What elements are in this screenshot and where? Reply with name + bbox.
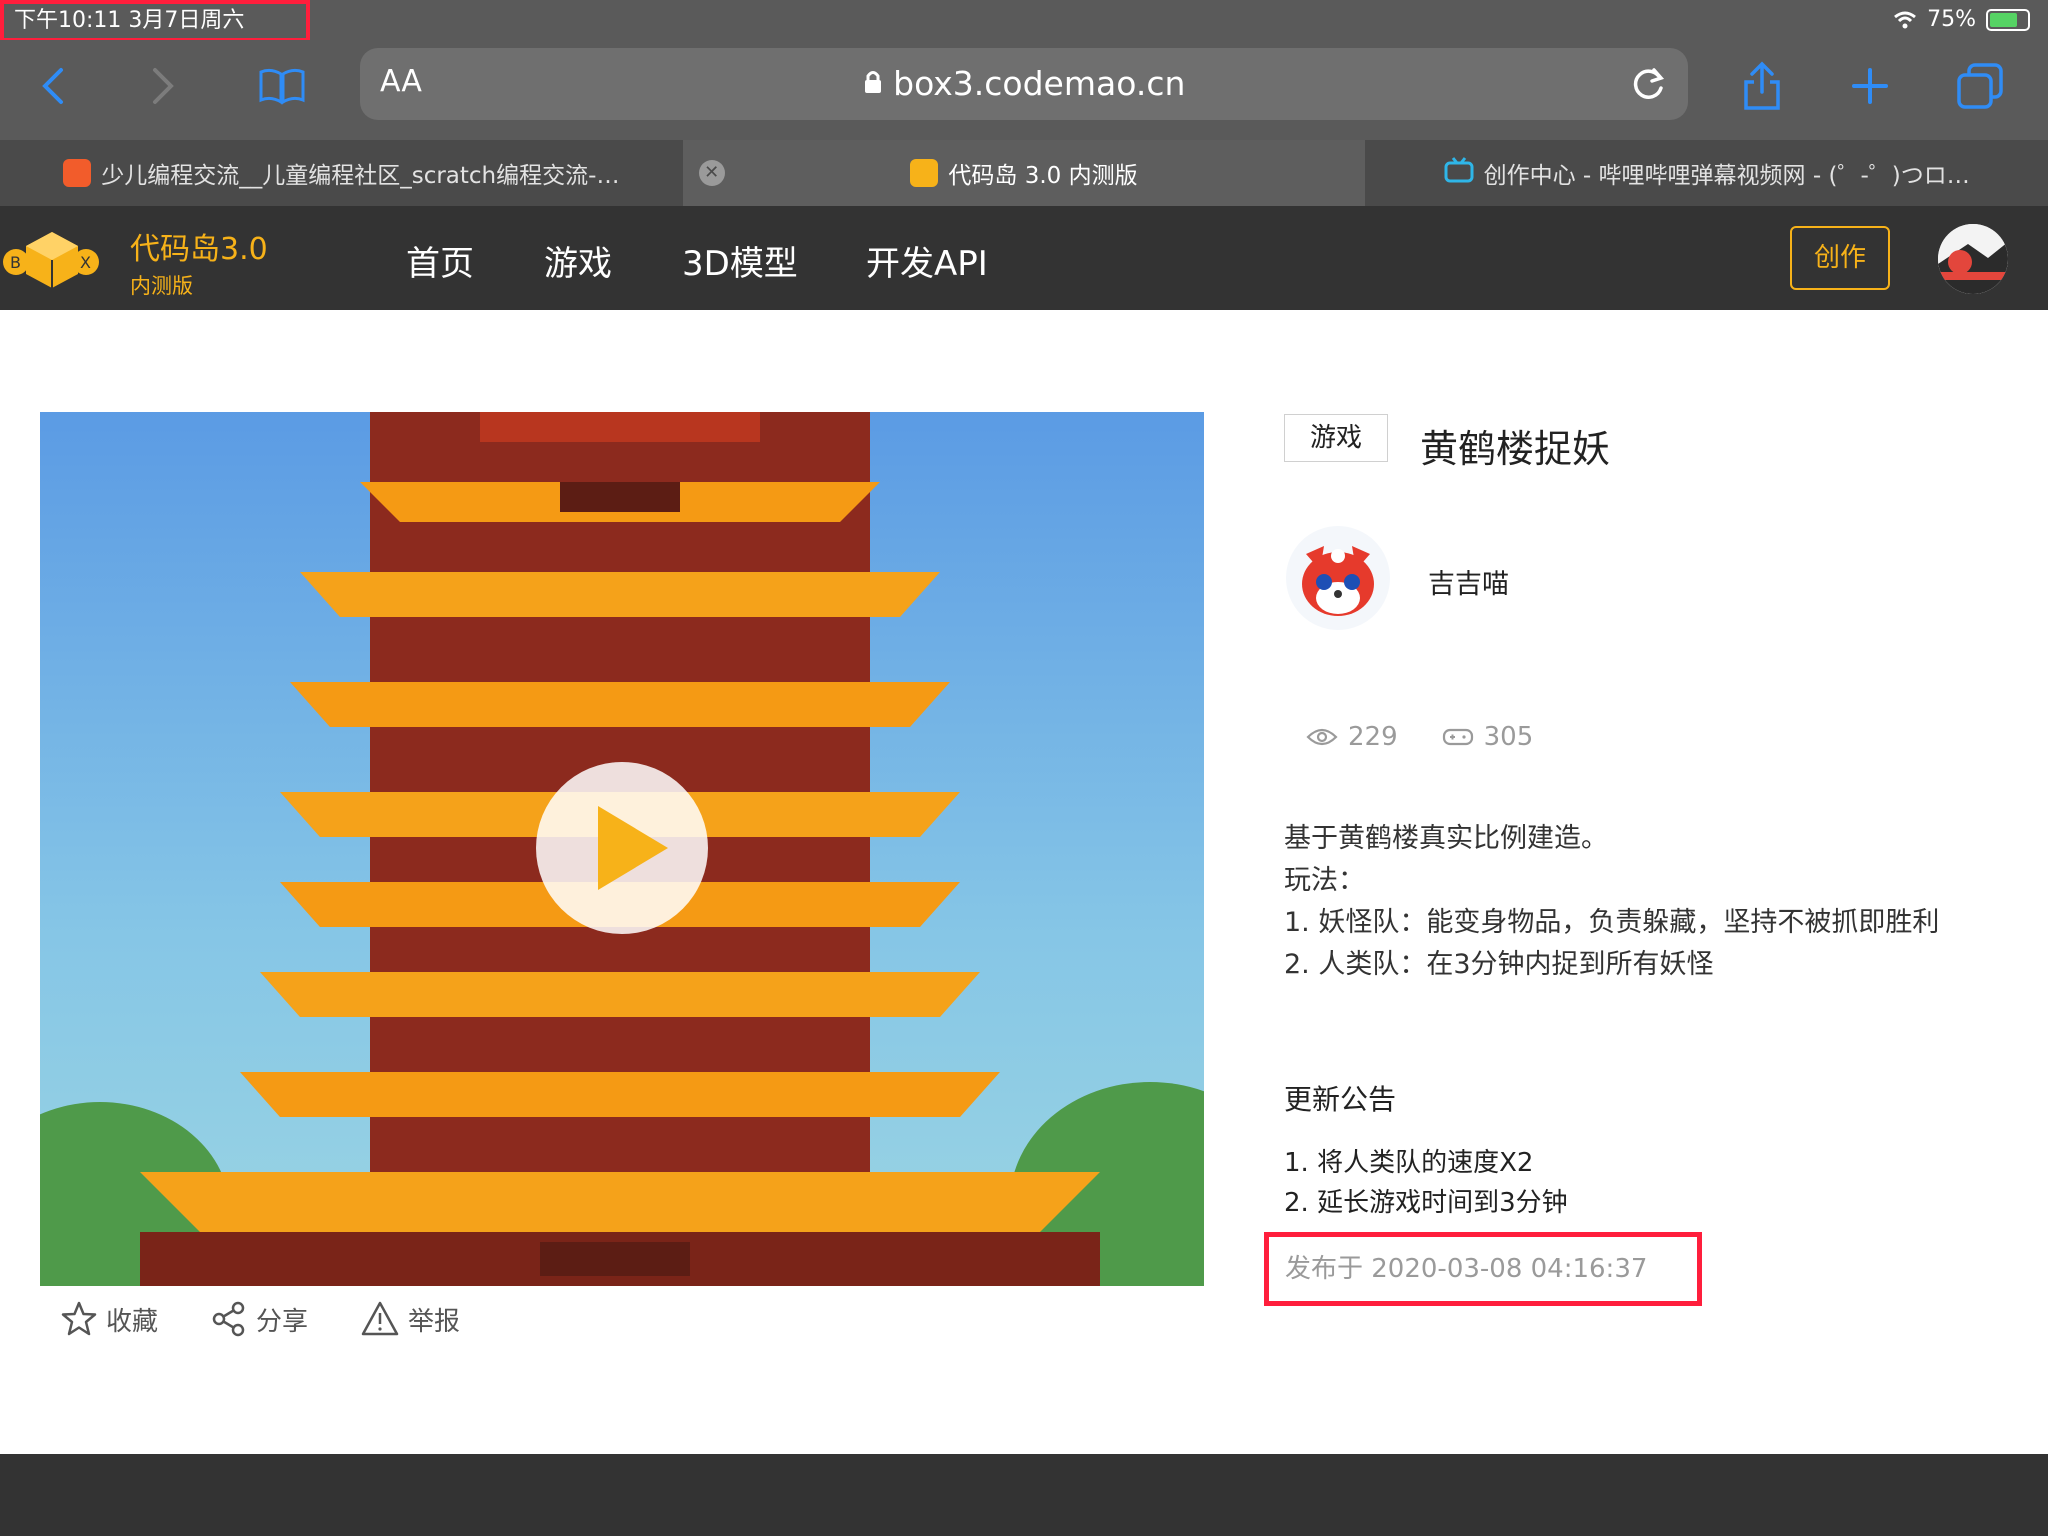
tab-box3[interactable]: ✕ 代码岛 3.0 内测版 <box>682 140 1366 206</box>
battery-percent: 75% <box>1927 7 1976 32</box>
battery-icon <box>1986 9 2030 31</box>
box3-logo[interactable]: B X <box>0 226 104 290</box>
game-title: 黄鹤楼捉妖 <box>1420 427 1611 471</box>
report-label: 举报 <box>408 1306 461 1337</box>
user-avatar[interactable] <box>1938 224 2008 294</box>
update-notice-title: 更新公告 <box>1284 1083 1397 1116</box>
plays-stat: 305 <box>1442 722 1534 752</box>
codemao-favicon <box>63 159 92 187</box>
url-value: box3.codemao.cn <box>893 64 1186 103</box>
bookmarks-icon[interactable] <box>250 54 314 118</box>
tab-bilibili[interactable]: 创作中心 - 哔哩哔哩弹幕视频网 - (゜-゜)つロ… <box>1365 140 2048 206</box>
svg-text:B: B <box>10 253 21 272</box>
logo-title: 代码岛3.0 <box>130 232 268 267</box>
url-text: box3.codemao.cn <box>360 64 1688 103</box>
share-nodes-icon <box>212 1301 245 1337</box>
tab-title: 代码岛 3.0 内测版 <box>948 163 1138 189</box>
action-bar: 收藏 分享 举报 <box>60 1300 460 1338</box>
plays-count: 305 <box>1483 722 1534 752</box>
logo-subtitle: 内测版 <box>130 274 193 298</box>
description-line: 1. 妖怪队：能变身物品，负责躲藏，坚持不被抓即胜利 <box>1284 907 1940 938</box>
report-button[interactable]: 举报 <box>360 1300 460 1338</box>
notice-line: 1. 将人类队的速度X2 <box>1284 1148 1534 1178</box>
star-icon <box>61 1301 97 1336</box>
views-stat: 229 <box>1306 722 1398 752</box>
game-stats: 229 305 <box>1306 722 1533 752</box>
nav-home[interactable]: 首页 <box>406 236 474 285</box>
description-line: 玩法： <box>1284 865 1365 896</box>
eye-icon <box>1306 728 1338 746</box>
warning-icon <box>361 1301 399 1336</box>
new-tab-icon[interactable] <box>1838 54 1902 118</box>
box3-favicon <box>910 159 939 187</box>
browser-toolbar: AA box3.codemao.cn <box>0 40 2048 140</box>
status-time: 下午10:11 3月7日周六 <box>0 0 310 42</box>
play-icon <box>598 806 668 890</box>
site-header: B X 代码岛3.0 内测版 首页 游戏 3D模型 开发API 创作 <box>0 206 2048 310</box>
share-icon[interactable] <box>1730 54 1794 118</box>
create-button[interactable]: 创作 <box>1790 226 1890 290</box>
description-line: 基于黄鹤楼真实比例建造。 <box>1284 823 1608 854</box>
game-description: 基于黄鹤楼真实比例建造。 玩法： 1. 妖怪队：能变身物品，负责躲藏，坚持不被抓… <box>1284 818 1939 986</box>
author-name[interactable]: 吉吉喵 <box>1428 562 1509 601</box>
status-indicators: 75% <box>1893 4 2030 36</box>
update-notice: 1. 将人类队的速度X2 2. 延长游戏时间到3分钟 <box>1284 1143 1568 1223</box>
tab-codemao-community[interactable]: 少儿编程交流__儿童编程社区_scratch编程交流-… <box>0 140 683 206</box>
nav-games[interactable]: 游戏 <box>544 236 612 285</box>
tab-title: 创作中心 - 哔哩哔哩弹幕视频网 - (゜-゜)つロ… <box>1483 163 1970 189</box>
forward-icon[interactable] <box>130 54 194 118</box>
bilibili-tv-icon <box>1444 157 1474 189</box>
status-bar: 下午10:11 3月7日周六 75% <box>0 0 2048 42</box>
nav-dev-api[interactable]: 开发API <box>866 236 988 285</box>
share-button[interactable]: 分享 <box>210 1300 308 1338</box>
share-label: 分享 <box>256 1306 309 1337</box>
play-button[interactable] <box>536 762 708 934</box>
description-line: 2. 人类队：在3分钟内捉到所有妖怪 <box>1284 949 1714 980</box>
page-footer <box>0 1454 2048 1536</box>
wifi-icon <box>1894 11 1917 29</box>
lock-icon <box>863 64 894 103</box>
reload-icon[interactable] <box>1626 62 1670 106</box>
svg-text:X: X <box>80 253 91 272</box>
category-tag[interactable]: 游戏 <box>1284 414 1388 462</box>
views-count: 229 <box>1348 722 1398 752</box>
notice-line: 2. 延长游戏时间到3分钟 <box>1284 1188 1568 1218</box>
address-bar[interactable]: AA box3.codemao.cn <box>360 48 1688 120</box>
author-avatar[interactable] <box>1284 524 1392 632</box>
back-icon[interactable] <box>22 54 86 118</box>
tabs-overview-icon[interactable] <box>1948 54 2012 118</box>
favorite-label: 收藏 <box>106 1306 159 1337</box>
game-preview[interactable] <box>40 412 1204 1286</box>
nav-3d-models[interactable]: 3D模型 <box>682 236 798 285</box>
tab-bar: 少儿编程交流__儿童编程社区_scratch编程交流-… ✕ 代码岛 3.0 内… <box>0 140 2048 206</box>
favorite-button[interactable]: 收藏 <box>60 1300 158 1338</box>
tab-title: 少儿编程交流__儿童编程社区_scratch编程交流-… <box>101 163 620 189</box>
close-tab-icon[interactable]: ✕ <box>698 160 725 186</box>
gamepad-icon <box>1442 728 1473 746</box>
publish-date: 发布于 2020-03-08 04:16:37 <box>1264 1232 1702 1306</box>
